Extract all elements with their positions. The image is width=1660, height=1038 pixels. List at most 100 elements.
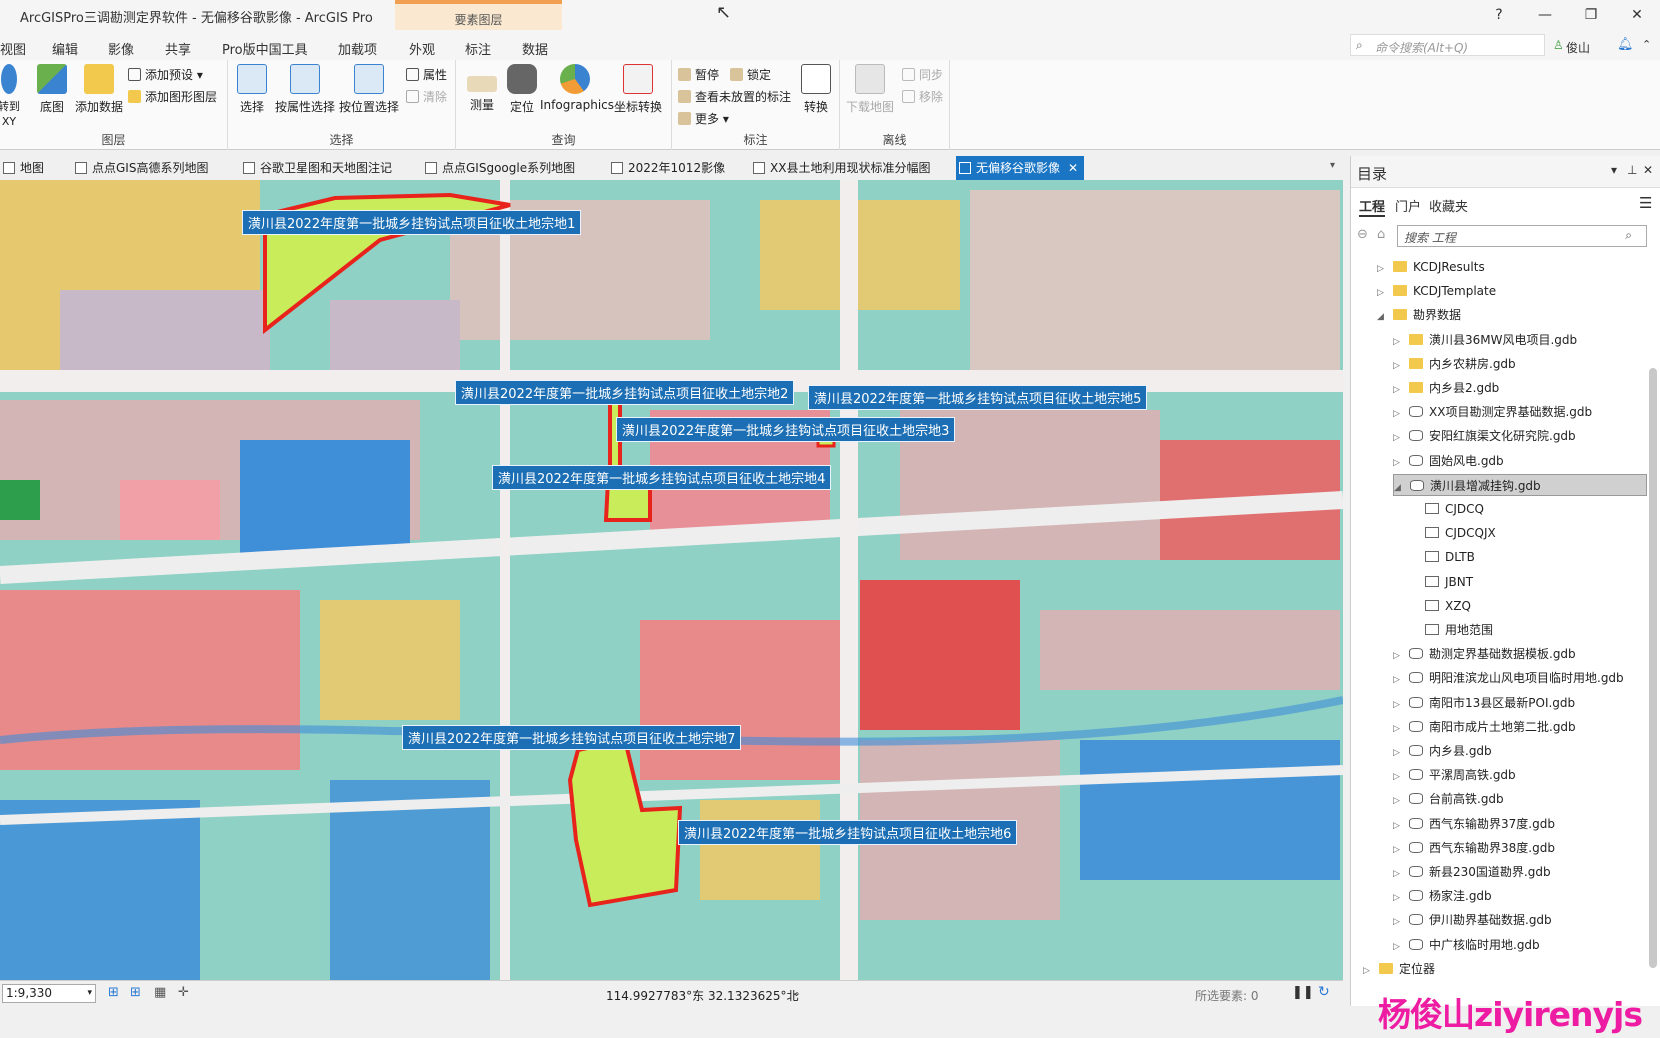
catalog-tree-item[interactable]: ▷ 内乡县.gdb [1393,740,1647,762]
tab-map[interactable]: 地图 [0,156,44,180]
collapse-ribbon-icon[interactable]: ⌃ [1642,38,1651,51]
catalog-tree-item[interactable]: ▷ XX项目勘测定界基础数据.gdb [1393,401,1647,423]
parcel-label-3[interactable]: 潢川县2022年度第一批城乡挂钩试点项目征收土地宗地3 [616,417,956,442]
expand-arrow-icon[interactable]: ▷ [1393,936,1405,958]
collapse-arrow-icon[interactable]: ◢ [1394,477,1406,499]
parcel-label-7[interactable]: 潢川县2022年度第一批城乡挂钩试点项目征收土地宗地7 [402,725,742,750]
measure-button[interactable]: 测量 [462,64,502,113]
tab-pro-china-tools[interactable]: Pro版中国工具 [222,39,308,58]
home-icon[interactable]: ⌂ [1377,227,1385,242]
expand-arrow-icon[interactable]: ▷ [1393,911,1405,933]
add-graphics-layer-button[interactable]: 添加图形图层 [128,88,217,105]
coordinate-conversion-button[interactable]: 坐标转换 [610,64,666,115]
locate-button[interactable]: 定位 [504,64,540,115]
catalog-tree-item[interactable]: ▷ 内乡县2.gdb [1393,377,1647,399]
catalog-tab-portal[interactable]: 门户 [1395,196,1421,215]
coordinate-format-chevron-icon[interactable]: ⌄ [792,986,801,999]
expand-arrow-icon[interactable]: ▷ [1393,790,1405,812]
map-view[interactable]: 潢川县2022年度第一批城乡挂钩试点项目征收土地宗地1 潢川县2022年度第一批… [0,180,1343,980]
refresh-icon[interactable]: ↻ [1318,984,1330,1000]
clear-selection-button[interactable]: 清除 [406,88,447,105]
pin-icon[interactable]: ⊥ [1627,163,1637,177]
catalog-tree-item[interactable]: XZQ [1409,595,1647,617]
expand-arrow-icon[interactable]: ▷ [1393,863,1405,885]
expand-arrow-icon[interactable]: ▷ [1393,766,1405,788]
catalog-search-input[interactable]: 搜索 工程 ⌕ [1397,225,1647,247]
expand-arrow-icon[interactable]: ▷ [1393,669,1405,691]
convert-labels-button[interactable]: 转换 [796,64,836,115]
tab-labeling[interactable]: 标注 [465,39,491,58]
minimize-button[interactable]: — [1530,4,1560,26]
catalog-tree-item[interactable]: ▷ 新县230国道勘界.gdb [1393,861,1647,883]
tab-google-satellite-tianditu[interactable]: 谷歌卫星图和天地图注记 [240,156,392,180]
maximize-button[interactable]: ❐ [1576,4,1606,26]
catalog-tree-item[interactable]: ▷ KCDJResults [1377,256,1647,278]
catalog-tree-item[interactable]: JBNT [1409,571,1647,593]
catalog-tree-item[interactable]: ▷ 西气东输勘界38度.gdb [1393,837,1647,859]
expand-arrow-icon[interactable]: ▷ [1393,427,1405,449]
tab-google-series[interactable]: 点点GISgoogle系列地图 [422,156,575,180]
tab-appearance[interactable]: 外观 [409,39,435,58]
pause-labels-button[interactable]: 暂停 [678,66,719,83]
parcel-label-4[interactable]: 潢川县2022年度第一批城乡挂钩试点项目征收土地宗地4 [492,465,832,490]
expand-arrow-icon[interactable]: ▷ [1393,379,1405,401]
more-labeling-button[interactable]: 更多 ▾ [678,110,729,127]
collapse-arrow-icon[interactable]: ◢ [1377,306,1389,328]
select-by-attributes-button[interactable]: 按属性选择 [274,64,336,115]
close-pane-icon[interactable]: ✕ [1643,163,1653,177]
parcel-label-1[interactable]: 潢川县2022年度第一批城乡挂钩试点项目征收土地宗地1 [242,210,582,235]
add-preset-button[interactable]: 添加预设 ▾ [128,66,203,83]
crosshair-icon[interactable]: ✛ [178,985,189,1000]
catalog-tree-item[interactable]: ▷ 南阳市成片土地第二批.gdb [1393,716,1647,738]
catalog-tab-favorites[interactable]: 收藏夹 [1429,196,1468,215]
catalog-tree-item[interactable]: ◢ 勘界数据 [1377,304,1647,326]
menu-icon[interactable]: ☰ [1639,194,1652,212]
tab-share[interactable]: 共享 [165,39,191,58]
infographics-button[interactable]: Infographics [540,64,614,112]
snapping-icon[interactable]: ⊞ [130,985,141,1000]
scale-dropdown[interactable]: 1:9,330 ▾ [2,984,96,1003]
add-data-button[interactable]: 添加数据 [74,64,124,115]
expand-arrow-icon[interactable]: ▷ [1393,718,1405,740]
catalog-tree-item[interactable]: ▷ 南阳市13县区最新POI.gdb [1393,692,1647,714]
catalog-tree-item[interactable]: ▷ 中广核临时用地.gdb [1393,934,1647,956]
select-button[interactable]: 选择 [232,64,272,115]
help-button[interactable]: ? [1484,4,1514,26]
expand-arrow-icon[interactable]: ▷ [1393,742,1405,764]
expand-arrow-icon[interactable]: ▷ [1393,452,1405,474]
catalog-tree-item[interactable]: ▷ 安阳红旗渠文化研究院.gdb [1393,425,1647,447]
grid-icon[interactable]: ▦ [154,985,166,1000]
expand-arrow-icon[interactable]: ▷ [1363,960,1375,982]
expand-arrow-icon[interactable]: ▷ [1393,887,1405,909]
expand-arrow-icon[interactable]: ▷ [1393,839,1405,861]
pause-drawing-icon[interactable]: ❚❚ [1292,985,1314,1000]
catalog-tree-item[interactable]: ▷ 杨家洼.gdb [1393,885,1647,907]
parcel-label-5[interactable]: 潢川县2022年度第一批城乡挂钩试点项目征收土地宗地5 [808,385,1148,410]
expand-arrow-icon[interactable]: ▷ [1393,403,1405,425]
close-window-button[interactable]: ✕ [1622,4,1652,26]
parcel-label-6[interactable]: 潢川县2022年度第一批城乡挂钩试点项目征收土地宗地6 [678,820,1018,845]
catalog-tree-item[interactable]: ▷ 定位器 [1363,958,1647,980]
catalog-tree-item[interactable]: ▷ 台前高铁.gdb [1393,788,1647,810]
catalog-scrollbar[interactable] [1649,368,1657,968]
expand-arrow-icon[interactable]: ▷ [1377,258,1389,280]
tab-data[interactable]: 数据 [522,39,548,58]
catalog-tree-item[interactable]: 用地范围 [1409,619,1647,641]
tab-edit[interactable]: 编辑 [52,39,78,58]
tab-google-no-offset[interactable]: 无偏移谷歌影像 ✕ [956,156,1085,180]
catalog-tree-item[interactable]: CJDCQJX [1409,522,1647,544]
map-canvas[interactable] [0,180,1343,980]
command-search-input[interactable]: ⌕ 命令搜索(Alt+Q) [1350,34,1545,56]
catalog-tree-item[interactable]: ▷ KCDJTemplate [1377,280,1647,302]
expand-arrow-icon[interactable]: ▷ [1393,815,1405,837]
fixed-zoom-icon[interactable]: ⊞ [108,985,119,1000]
catalog-tab-project[interactable]: 工程 [1359,196,1386,217]
back-icon[interactable]: ⊖ [1357,227,1368,242]
download-map-button[interactable]: 下载地图 [844,64,896,115]
expand-arrow-icon[interactable]: ▷ [1393,694,1405,716]
tab-landuse-sheet[interactable]: XX县土地利用现状标准分幅图 [750,156,930,180]
basemap-button[interactable]: 底图 [34,64,70,115]
catalog-tree-item[interactable]: ▷ 内乡农耕房.gdb [1393,353,1647,375]
catalog-tree-item[interactable]: DLTB [1409,546,1647,568]
expand-arrow-icon[interactable]: ▷ [1377,282,1389,304]
